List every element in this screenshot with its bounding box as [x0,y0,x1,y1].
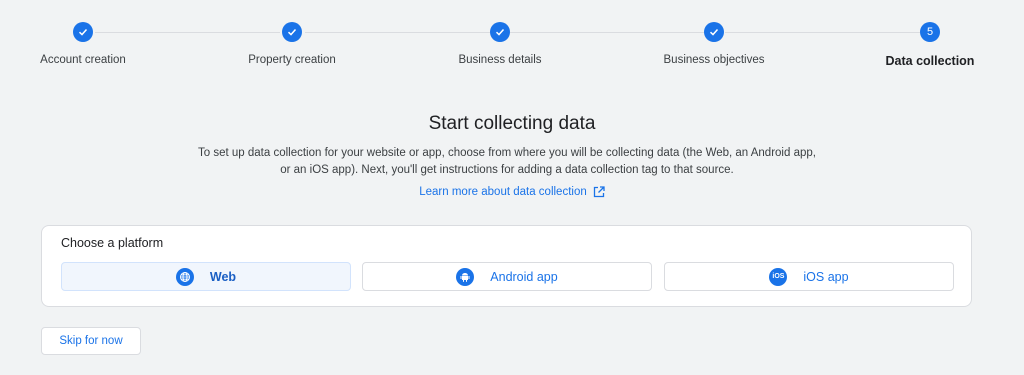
step-label: Property creation [248,54,336,66]
ios-icon: iOS [769,267,788,286]
check-icon [704,22,724,42]
skip-for-now-button[interactable]: Skip for now [41,327,141,355]
globe-icon [175,267,194,286]
step-data-collection: 5 Data collection [830,22,1024,68]
platform-ios-button[interactable]: iOS iOS app [664,262,954,291]
step-business-objectives: Business objectives [614,22,814,66]
platform-android-button[interactable]: Android app [362,262,652,291]
step-label: Account creation [40,54,126,66]
platform-label: Web [209,269,237,284]
check-icon [282,22,302,42]
page-description: To set up data collection for your websi… [198,147,816,176]
check-icon [490,22,510,42]
check-icon [73,22,93,42]
learn-more-label: Learn more about data collection [419,186,587,198]
step-label: Data collection [885,54,975,68]
card-title: Choose a platform [61,236,164,250]
progress-stepper: Account creation Property creation Busin… [0,0,1024,80]
external-link-icon [593,186,605,198]
learn-more-link[interactable]: Learn more about data collection [0,186,1024,198]
step-number-badge: 5 [920,22,940,42]
android-icon [456,267,475,286]
platform-web-button[interactable]: Web [61,262,351,291]
step-account-creation: Account creation [0,22,183,66]
step-label: Business objectives [663,54,765,66]
step-label: Business details [458,54,542,66]
platform-label: Android app [490,269,558,284]
page-title: Start collecting data [428,113,596,134]
step-business-details: Business details [400,22,600,66]
platform-card: Choose a platform Web Android app iOS iO… [41,225,972,307]
step-property-creation: Property creation [192,22,392,66]
platform-label: iOS app [803,269,849,284]
